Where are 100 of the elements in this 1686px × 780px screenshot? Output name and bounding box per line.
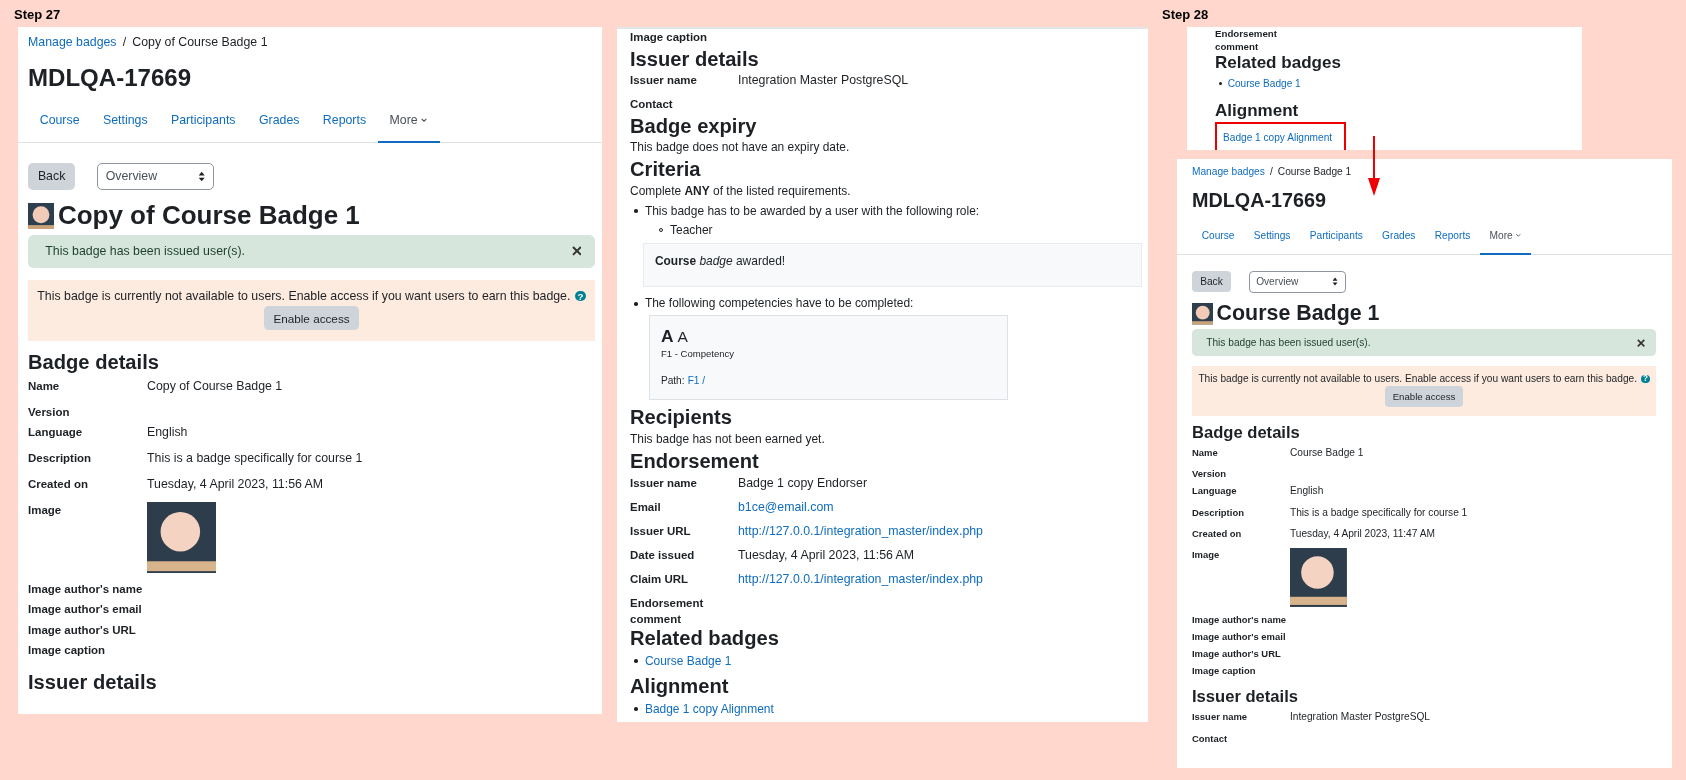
field-value: Copy of Course Badge 1	[147, 377, 284, 395]
nav-tab[interactable]: Grades	[247, 100, 312, 144]
view-select[interactable]: Overview	[97, 162, 215, 190]
field-value: Integration Master PostgreSQL	[1290, 710, 1431, 725]
nav-tab[interactable]: Settings	[1244, 219, 1301, 255]
field-label: Version	[1192, 467, 1228, 482]
section-heading: Related badges	[630, 627, 780, 650]
section-heading: Badge details	[1192, 422, 1301, 443]
path-link[interactable]: F1 /	[687, 375, 706, 387]
nav-tab[interactable]: Settings	[91, 100, 160, 144]
updown-caret-icon	[1332, 277, 1339, 287]
breadcrumb-link[interactable]: Manage badges	[28, 32, 117, 52]
photo-placeholder	[1290, 548, 1347, 608]
breadcrumb-current: Copy of Course Badge 1	[132, 33, 268, 51]
field-label: Endorsement comment	[630, 595, 705, 627]
warning-message: This badge is currently not available to users. Enable access if you want users to earn this badge.	[37, 289, 571, 304]
nav-tab[interactable]: Reports	[311, 100, 378, 144]
field-label: Created on	[1192, 526, 1243, 541]
back-button[interactable]: Back	[1192, 271, 1231, 293]
section-heading: Endorsement	[630, 449, 760, 473]
field-value: Integration Master PostgreSQL	[738, 72, 910, 90]
alert-message: This badge has been issued user(s).	[45, 244, 245, 259]
field-label: Image	[28, 502, 63, 518]
field-label: Created on	[28, 476, 89, 492]
badge-icon	[28, 202, 54, 229]
competency-framework: F1 - Competency	[660, 347, 736, 359]
breadcrumb-current: Course Badge 1	[1277, 164, 1352, 179]
field-label: Name	[1192, 446, 1219, 461]
list-link[interactable]: Course Badge 1	[1227, 75, 1301, 92]
field-label: Date issued	[630, 547, 696, 563]
field-label: Image author's email	[28, 602, 143, 618]
field-value: This is a badge specifically for course 1	[147, 449, 364, 467]
section-heading: Issuer details	[1192, 686, 1299, 707]
section-heading: Issuer details	[630, 47, 760, 71]
field-label: Image author's URL	[28, 622, 137, 638]
chevron-down-icon	[1514, 232, 1522, 239]
field-label: Issuer name	[630, 475, 698, 491]
page-title: MDLQA-17669	[1192, 187, 1328, 213]
enable-access-button[interactable]: Enable access	[1384, 386, 1464, 408]
breadcrumb-separator: /	[1269, 164, 1273, 179]
badge-title: Copy of Course Badge 1	[57, 200, 360, 232]
enable-access-button[interactable]: Enable access	[264, 305, 359, 331]
section-heading: Badge expiry	[630, 114, 758, 138]
field-label: Image	[1192, 548, 1221, 563]
alert-message: This badge has been issued user(s).	[1206, 337, 1371, 349]
field-label: Issuer name	[630, 73, 698, 89]
field-label: Contact	[1192, 731, 1229, 746]
updown-caret-icon	[198, 170, 206, 182]
field-label: Image author's name	[1192, 613, 1288, 628]
role-name: Teacher	[670, 221, 713, 239]
field-value: Tuesday, 4 April 2023, 11:47 AM	[1290, 526, 1436, 541]
nav-tab[interactable]: Course	[1192, 219, 1245, 255]
field-label: Language	[1192, 484, 1238, 499]
nav-tab[interactable]: More	[377, 100, 440, 144]
list-link[interactable]: Course Badge 1	[644, 651, 732, 671]
field-link[interactable]: http://127.0.0.1/integration_master/index.php	[738, 570, 1142, 595]
paragraph: Complete ANY of the listed requirements.	[630, 182, 852, 200]
field-label: Description	[1192, 505, 1245, 520]
close-icon	[571, 246, 582, 257]
paragraph: This badge does not have an expiry date.	[630, 139, 851, 157]
field-label: Image caption	[1192, 663, 1257, 678]
nav-tab[interactable]: Grades	[1372, 219, 1426, 255]
field-label: Image author's URL	[1192, 646, 1282, 661]
field-value: Course Badge 1	[1290, 446, 1365, 461]
bullet-icon	[634, 301, 638, 306]
field-label: Language	[28, 425, 84, 441]
list-link[interactable]: Badge 1 copy Alignment	[1223, 131, 1333, 143]
nav-tab[interactable]: More	[1479, 219, 1532, 255]
view-select[interactable]: Overview	[1249, 270, 1346, 293]
nav-tab[interactable]: Course	[28, 100, 92, 144]
badge-icon	[1192, 303, 1214, 325]
field-label: Description	[28, 450, 93, 466]
path-label: Path:	[660, 375, 685, 387]
section-heading: Alignment	[1215, 101, 1300, 122]
bullet-icon	[634, 209, 638, 214]
back-button[interactable]: Back	[28, 163, 76, 190]
help-icon[interactable]: ?	[575, 291, 586, 302]
field-link[interactable]: http://127.0.0.1/integration_master/index.php	[738, 522, 1142, 547]
nav-tab[interactable]: Participants	[1300, 219, 1373, 255]
help-icon[interactable]: ?	[1641, 374, 1650, 384]
bullet-icon	[1218, 82, 1222, 86]
bullet-icon	[634, 659, 638, 663]
step-label: Step 28	[1162, 7, 1209, 22]
field-value: Badge 1 copy Endorser	[738, 474, 868, 492]
list-link[interactable]: Badge 1 copy Alignment	[644, 699, 774, 719]
bullet-icon	[634, 707, 638, 711]
annotation-arrow	[1366, 136, 1382, 196]
field-link[interactable]: b1ce@email.com	[738, 498, 1142, 523]
section-heading: Criteria	[630, 158, 702, 181]
field-label: Version	[28, 404, 71, 420]
breadcrumb-link[interactable]: Manage badges	[1192, 163, 1265, 179]
warning-message: This badge is currently not available to users. Enable access if you want users to earn this badge.	[1198, 373, 1638, 385]
field-label: Endorsement comment	[1215, 27, 1278, 54]
field-value: Tuesday, 4 April 2023, 11:56 AM	[147, 475, 325, 493]
section-heading: Badge details	[28, 349, 160, 374]
field-value: English	[1290, 484, 1325, 499]
criterion-text: This badge has to be awarded by a user with the following role:	[644, 203, 980, 220]
nav-tab[interactable]: Participants	[159, 100, 248, 144]
close-icon	[1636, 338, 1645, 347]
nav-tab[interactable]: Reports	[1425, 219, 1480, 255]
